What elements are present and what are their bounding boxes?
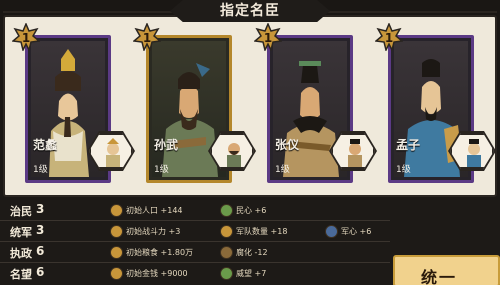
card-name: 孙武 <box>154 138 179 152</box>
population-icon <box>110 203 123 217</box>
troop-icon <box>220 224 233 238</box>
title-bar: 指定名臣 <box>0 0 500 26</box>
stat-effect: 腐化 -12 <box>220 244 268 260</box>
stat-effect: 军队数量 +18 <box>220 223 287 239</box>
prestige-icon <box>220 266 233 280</box>
stat-value: 6 <box>36 265 45 279</box>
gold-icon <box>110 266 123 280</box>
stat-effect: 军心 +6 <box>325 223 371 239</box>
stat-effect: 民心 +6 <box>220 202 266 218</box>
card-name: 孟子 <box>396 138 421 152</box>
card-level: 1级 <box>33 165 48 175</box>
stat-effect: 初始粮食 +1.80万 <box>110 244 193 260</box>
stat-effect: 威望 +7 <box>220 265 266 281</box>
stat-label: 统军 <box>10 226 32 239</box>
rank-badge-icon: 1 <box>254 23 282 51</box>
svg-text:1: 1 <box>385 31 393 45</box>
morale-icon <box>325 224 338 238</box>
stat-value: 6 <box>36 244 45 258</box>
card-level: 1级 <box>275 165 290 175</box>
rank-badge-icon: 1 <box>12 23 40 51</box>
minister-select-screen: 指定名臣 范蠡 1级 1 孙武 1级 1 张仪 1级 1 孟子 1级 1 治民 … <box>0 0 500 285</box>
army-icon <box>110 224 123 238</box>
card-name: 范蠡 <box>33 138 58 152</box>
grain-icon <box>220 203 233 217</box>
rank-badge-icon: 1 <box>133 23 161 51</box>
stat-value: 3 <box>36 202 45 216</box>
stat-value: 3 <box>36 223 45 237</box>
stat-effect: 初始战斗力 +3 <box>110 223 180 239</box>
stat-effect: 初始金钱 +9000 <box>110 265 188 281</box>
stat-row-zhizheng: 执政 6 初始粮食 +1.80万 腐化 -12 <box>0 242 390 263</box>
unify-button[interactable]: 统一 <box>393 255 500 285</box>
stat-row-tongjun: 统军 3 初始战斗力 +3 军队数量 +18 军心 +6 <box>0 221 390 242</box>
card-name: 张仪 <box>275 138 300 152</box>
stat-row-zhimin: 治民 3 初始人口 +144 民心 +6 <box>0 200 390 221</box>
stat-effect: 初始人口 +144 <box>110 202 183 218</box>
page-title: 指定名臣 <box>170 0 330 22</box>
card-level: 1级 <box>154 165 169 175</box>
stat-label: 治民 <box>10 205 32 218</box>
stat-label: 名望 <box>10 268 32 281</box>
stat-label: 执政 <box>10 247 32 260</box>
svg-text:1: 1 <box>143 31 151 45</box>
food-icon <box>110 245 123 259</box>
unify-button-label: 统一 <box>421 268 458 285</box>
title-divider-right <box>327 11 497 13</box>
stat-row-mingwang: 名望 6 初始金钱 +9000 威望 +7 <box>0 263 390 284</box>
rank-badge-icon: 1 <box>375 23 403 51</box>
svg-text:1: 1 <box>264 31 272 45</box>
corruption-icon <box>220 245 233 259</box>
card-level: 1级 <box>396 165 411 175</box>
svg-text:1: 1 <box>22 31 30 45</box>
title-divider-left <box>3 11 173 13</box>
